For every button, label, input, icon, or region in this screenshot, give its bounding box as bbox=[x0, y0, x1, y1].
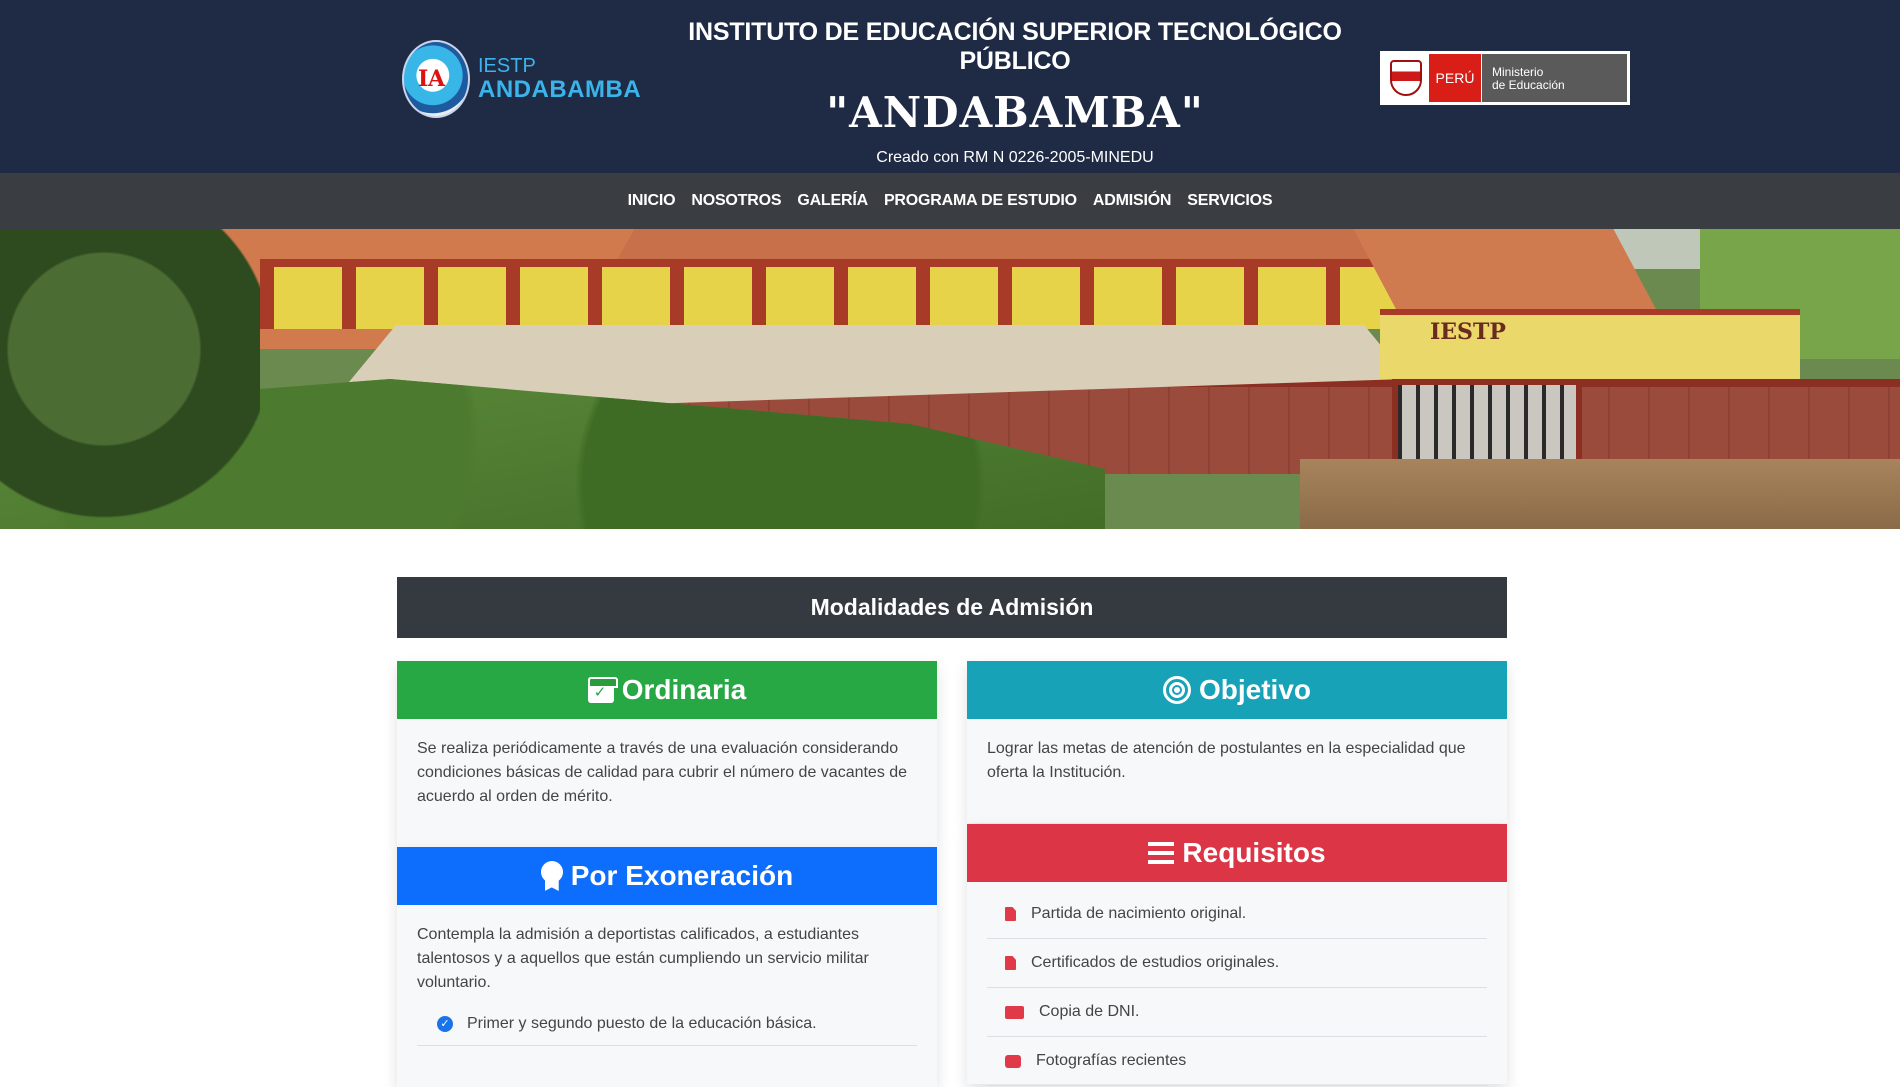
card-ordinaria-header: Ordinaria bbox=[397, 661, 937, 719]
exoneracion-list: ✓ Primer y segundo puesto de la educació… bbox=[417, 1003, 917, 1046]
nav-item-servicios[interactable]: SERVICIOS bbox=[1179, 192, 1280, 210]
card-requisitos-header: Requisitos bbox=[967, 824, 1507, 882]
site-header: IESTP ANDABAMBA INSTITUTO DE EDUCACIÓN S… bbox=[0, 0, 1900, 173]
nav-item-programa-de-estudio[interactable]: PROGRAMA DE ESTUDIO bbox=[876, 192, 1085, 210]
list-item-label: Primer y segundo puesto de la educación … bbox=[467, 1015, 817, 1032]
building-sign: IESTP bbox=[1430, 319, 1506, 345]
target-icon bbox=[1162, 676, 1191, 704]
institute-logo[interactable]: IESTP ANDABAMBA bbox=[402, 40, 641, 118]
card-exoneracion-header: Por Exoneración bbox=[397, 847, 937, 905]
award-icon bbox=[540, 861, 563, 891]
card-exoneracion-text: Contempla la admisión a deportistas cali… bbox=[417, 926, 869, 991]
list-item: Copia de DNI. bbox=[987, 988, 1487, 1037]
institute-title: "ANDABAMBA" bbox=[826, 88, 1204, 137]
minedu-country: PERÚ bbox=[1429, 54, 1481, 102]
hero-campus-photo: IESTP bbox=[0, 229, 1900, 529]
card-requisitos-title: Requisitos bbox=[1182, 837, 1326, 868]
peru-shield-icon bbox=[1383, 54, 1429, 102]
section-title: Modalidades de Admisión bbox=[397, 577, 1507, 638]
card-exoneracion: Por Exoneración Contempla la admisión a … bbox=[397, 847, 937, 1087]
list-item-label: Copia de DNI. bbox=[1039, 1003, 1140, 1020]
logo-text: IESTP ANDABAMBA bbox=[478, 56, 641, 102]
list-item: ✓ Primer y segundo puesto de la educació… bbox=[417, 1003, 917, 1046]
header-titles: INSTITUTO DE EDUCACIÓN SUPERIOR TECNOLÓG… bbox=[640, 18, 1390, 167]
logo-line1: IESTP bbox=[478, 55, 536, 77]
nav-item-galeria[interactable]: GALERÍA bbox=[789, 192, 876, 210]
file-pdf-icon bbox=[1005, 956, 1016, 970]
creation-resolution: Creado con RM N 0226-2005-MINEDU bbox=[876, 149, 1154, 166]
minedu-logo[interactable]: PERÚ Ministerio de Educación bbox=[1380, 51, 1630, 105]
card-ordinaria-text: Se realiza periódicamente a través de un… bbox=[417, 740, 908, 805]
card-requisitos: Requisitos Partida de nacimiento origina… bbox=[967, 824, 1507, 1086]
card-ordinaria-title: Ordinaria bbox=[621, 674, 747, 705]
list-item: Fotografías recientes bbox=[987, 1037, 1487, 1086]
calendar-check-icon bbox=[587, 677, 618, 703]
list-item-label: Fotografías recientes bbox=[1036, 1052, 1187, 1069]
list-item: Partida de nacimiento original. bbox=[987, 890, 1487, 939]
card-objetivo-header: Objetivo bbox=[967, 661, 1507, 719]
id-card-icon bbox=[1005, 1005, 1024, 1019]
main-nav: INICIO NOSOTROS GALERÍA PROGRAMA DE ESTU… bbox=[0, 173, 1900, 229]
institute-emblem-icon bbox=[402, 40, 470, 118]
minedu-label: Ministerio de Educación bbox=[1481, 54, 1627, 102]
card-objetivo-text: Lograr las metas de atención de postulan… bbox=[987, 740, 1466, 781]
card-objetivo: Objetivo Lograr las metas de atención de… bbox=[967, 661, 1507, 823]
nav-item-admision[interactable]: ADMISIÓN bbox=[1085, 192, 1179, 210]
institution-name: INSTITUTO DE EDUCACIÓN SUPERIOR TECNOLÓG… bbox=[688, 18, 1342, 75]
logo-line2: ANDABAMBA bbox=[478, 76, 642, 103]
card-objetivo-title: Objetivo bbox=[1198, 674, 1311, 705]
minedu-line2: de Educación bbox=[1492, 78, 1565, 92]
file-pdf-icon bbox=[1005, 907, 1016, 921]
list-item: Certificados de estudios originales. bbox=[987, 939, 1487, 988]
check-circle-icon: ✓ bbox=[437, 1016, 453, 1032]
card-ordinaria: Ordinaria Se realiza periódicamente a tr… bbox=[397, 661, 937, 847]
list-item-label: Partida de nacimiento original. bbox=[1031, 905, 1247, 922]
camera-icon bbox=[1005, 1054, 1021, 1068]
nav-item-nosotros[interactable]: NOSOTROS bbox=[683, 192, 789, 210]
card-exoneracion-title: Por Exoneración bbox=[570, 860, 794, 891]
list-item-label: Certificados de estudios originales. bbox=[1031, 954, 1280, 971]
list-icon bbox=[1148, 842, 1175, 864]
requisitos-list: Partida de nacimiento original. Certific… bbox=[987, 890, 1487, 1086]
nav-item-inicio[interactable]: INICIO bbox=[620, 192, 684, 210]
